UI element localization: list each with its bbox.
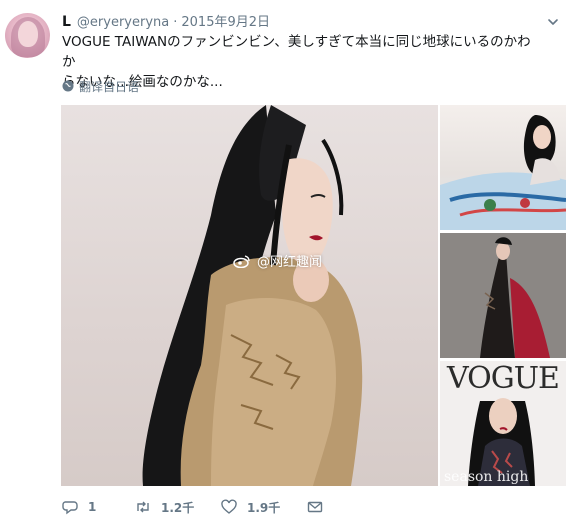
reply-count: 1 xyxy=(88,500,97,514)
message-icon xyxy=(307,501,323,513)
watermark-text: @网红趣闻 xyxy=(257,255,323,270)
watermark: @网红趣闻 xyxy=(233,251,322,270)
like-icon xyxy=(221,499,237,514)
retweet-icon xyxy=(137,501,149,513)
like-button[interactable]: 1.9千 xyxy=(221,499,307,516)
separator: · xyxy=(173,15,178,30)
user-handle[interactable]: @eryeryeryna xyxy=(77,15,169,30)
translate-label: 翻译自日语 xyxy=(79,79,140,94)
retweet-count: 1.2千 xyxy=(161,500,195,515)
photo-side-2[interactable] xyxy=(440,233,566,358)
avatar-face xyxy=(18,21,38,47)
retweet-button[interactable]: 1.2千 xyxy=(135,499,221,516)
like-count: 1.9千 xyxy=(247,500,281,515)
chevron-down-icon[interactable] xyxy=(547,16,559,28)
display-name[interactable]: L xyxy=(62,14,71,30)
tweet-header: L @eryeryeryna · 2015年9月2日 xyxy=(62,11,270,30)
photo-side-2-illustration xyxy=(440,233,566,358)
avatar[interactable] xyxy=(5,13,50,58)
media-grid: @网红趣闻 VOGUE season high xyxy=(61,105,566,486)
globe-icon xyxy=(62,80,74,92)
tweet-date[interactable]: 2015年9月2日 xyxy=(181,11,270,30)
vogue-masthead: VOGUE xyxy=(447,361,560,396)
translate-link[interactable]: 翻译自日语 xyxy=(62,78,139,94)
photo-main[interactable]: @网红趣闻 xyxy=(61,105,438,486)
photo-main-illustration xyxy=(142,105,363,486)
reply-icon xyxy=(62,501,78,515)
photo-side-1[interactable] xyxy=(440,105,566,230)
season-text: season high xyxy=(444,469,529,485)
tweet-text-line: VOGUE TAIWANのファンビンビン、美しすぎて本当に同じ地球にいるのかわか xyxy=(62,34,531,70)
photo-side-1-illustration xyxy=(440,115,566,230)
weibo-icon xyxy=(233,254,250,268)
direct-message-button[interactable] xyxy=(307,499,337,515)
action-bar: 1 1.2千 1.9千 xyxy=(62,497,337,517)
reply-button[interactable]: 1 xyxy=(62,499,135,515)
photo-side-3[interactable]: VOGUE season high xyxy=(440,361,566,486)
tweet-card[interactable]: L @eryeryeryna · 2015年9月2日 VOGUE TAIWANの… xyxy=(0,0,571,520)
